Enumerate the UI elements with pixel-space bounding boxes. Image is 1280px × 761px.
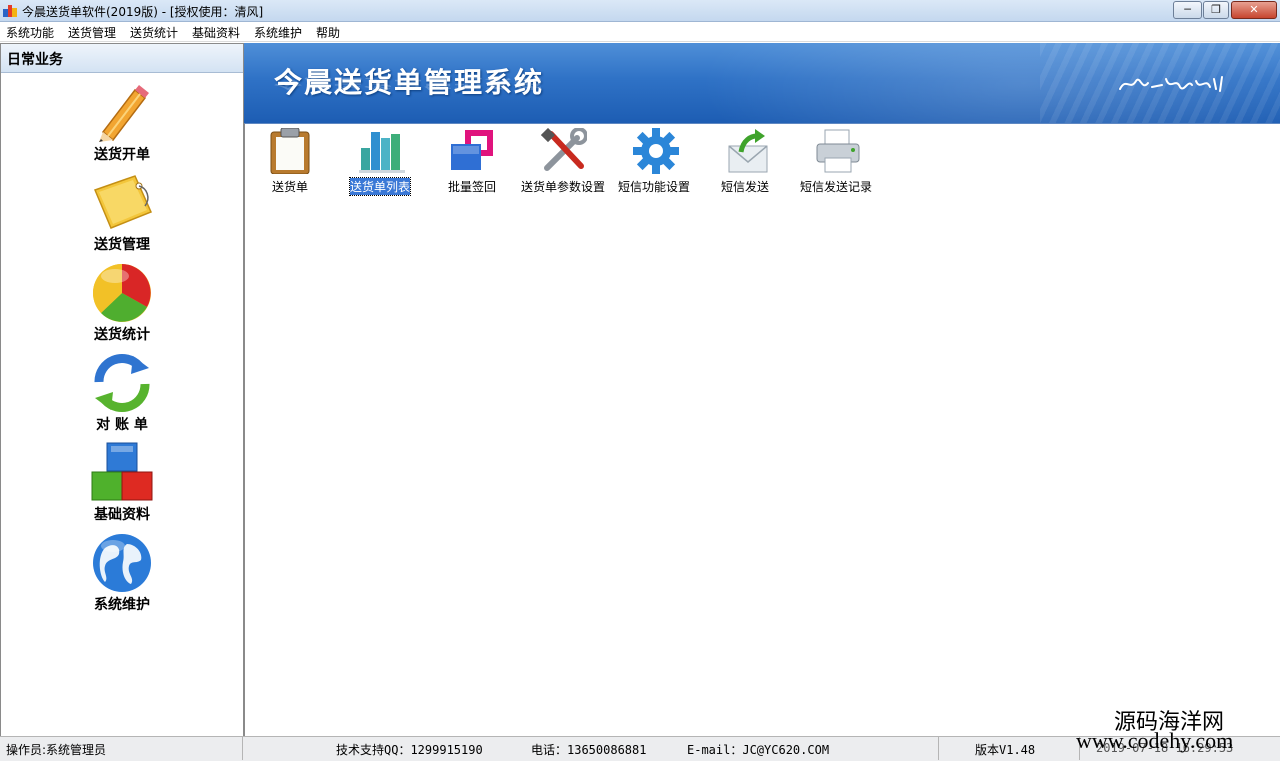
pie-chart-icon [93,264,151,322]
handwritten-slogan-icon [1119,76,1223,92]
minimize-icon: ─ [1184,3,1191,16]
envelope-arrow-icon [728,129,768,173]
close-icon: ✕ [1249,3,1259,16]
sidebar-item-label: 送货统计 [94,327,150,343]
window-title: 今晨送货单软件(2019版) - [授权使用：清风] [22,5,264,19]
status-operator: 操作员:系统管理员 [6,743,107,757]
app-logo-icon [3,3,17,17]
title-bar: 今晨送货单软件(2019版) - [授权使用：清风] ─ ❐ ✕ [0,0,1280,22]
sidebar-item-label: 基础资料 [94,507,150,523]
sidebar-item-maintenance[interactable]: 系统维护 [63,532,181,616]
sidebar-title: 日常业务 [7,52,63,68]
header-banner: 今晨送货单管理系统 今晨送货单管理系统 [244,43,1280,123]
tool-label: 送货单列表 [348,177,412,196]
menu-help[interactable]: 帮助 [316,24,340,41]
tool-label: 送货单参数设置 [521,180,606,194]
menu-delivery-manage[interactable]: 送货管理 [68,24,116,41]
status-email: E-mail：JC@YC620.COM [687,743,830,757]
banner-title-reflection: 今晨送货单管理系统 [274,75,545,91]
gear-icon [633,128,679,174]
tool-sms-send[interactable]: 短信发送 [701,128,791,194]
overlapping-squares-icon [451,130,493,170]
sidebar-item-label: 送货管理 [94,237,150,253]
tool-label: 批量签回 [448,180,497,194]
watermark-line2: www.codehy.com [1076,728,1234,753]
sidebar-item-statement[interactable]: 对 账 单 [63,352,181,436]
refresh-arrows-icon [94,354,150,412]
menu-base-data[interactable]: 基础资料 [192,24,240,41]
sidebar-item-delivery-new[interactable]: 送货开单 [63,82,181,166]
tool-sms-settings[interactable]: 短信功能设置 [611,128,701,194]
tool-label: 短信功能设置 [618,180,691,194]
sidebar-item-delivery-stats[interactable]: 送货统计 [63,262,181,346]
tools-icon [541,128,587,171]
clipboard-icon [270,128,310,174]
tool-delivery-list[interactable]: 送货单列表 [335,128,425,196]
menu-delivery-stats[interactable]: 送货统计 [130,24,178,41]
blocks-icon [91,442,153,501]
pencil-icon [99,85,149,142]
sidebar-item-delivery-manage[interactable]: 送货管理 [63,172,181,256]
sidebar-item-label: 系统维护 [94,597,150,613]
sidebar-header: 日常业务 [1,44,243,73]
tool-sms-log[interactable]: 短信发送记录 [791,128,881,194]
sidebar-panel: 日常业务 送货开单 送货管理 送货统计 对 账 单 基础资料 系统维护 [0,43,244,737]
tool-delivery-note[interactable]: 送货单 [245,128,335,194]
tag-icon [93,175,153,229]
tool-label: 短信发送记录 [800,180,873,194]
status-operator-cell: 操作员:系统管理员 [0,737,243,760]
tool-delivery-settings[interactable]: 送货单参数设置 [515,128,611,194]
tool-label: 送货单 [272,180,309,194]
printer-icon [816,129,860,173]
globe-icon [93,534,151,592]
tool-batch-signback[interactable]: 批量签回 [425,128,515,194]
sidebar-item-label: 送货开单 [94,147,150,163]
tool-label: 短信发送 [721,180,770,194]
watermark: 源码海洋网 www.codehy.com [1076,704,1280,756]
close-button[interactable]: ✕ [1231,1,1277,19]
status-version: 版本V1.48 [975,743,1036,757]
menu-system[interactable]: 系统功能 [6,24,54,41]
restore-button[interactable]: ❐ [1203,1,1229,19]
sidebar-item-base-data[interactable]: 基础资料 [63,442,181,526]
status-phone: 电话：13650086881 [531,743,647,757]
sidebar-item-label: 对 账 单 [96,417,148,433]
main-area: 送货单 送货单列表 批量签回 送货单参数设置 短信功能设置 短信发送 短信发送记… [244,123,1280,736]
status-version-cell: 版本V1.48 [939,737,1080,760]
restore-icon: ❐ [1211,3,1221,16]
status-support-qq: 技术支持QQ：1299915190 [336,743,483,757]
menu-maintenance[interactable]: 系统维护 [254,24,302,41]
menu-bar: 系统功能 送货管理 送货统计 基础资料 系统维护 帮助 [0,22,1280,42]
status-contact-cell: 技术支持QQ：1299915190 电话：13650086881 E-mail：… [243,737,939,760]
minimize-button[interactable]: ─ [1173,1,1202,19]
bar-chart-icon [359,132,405,173]
